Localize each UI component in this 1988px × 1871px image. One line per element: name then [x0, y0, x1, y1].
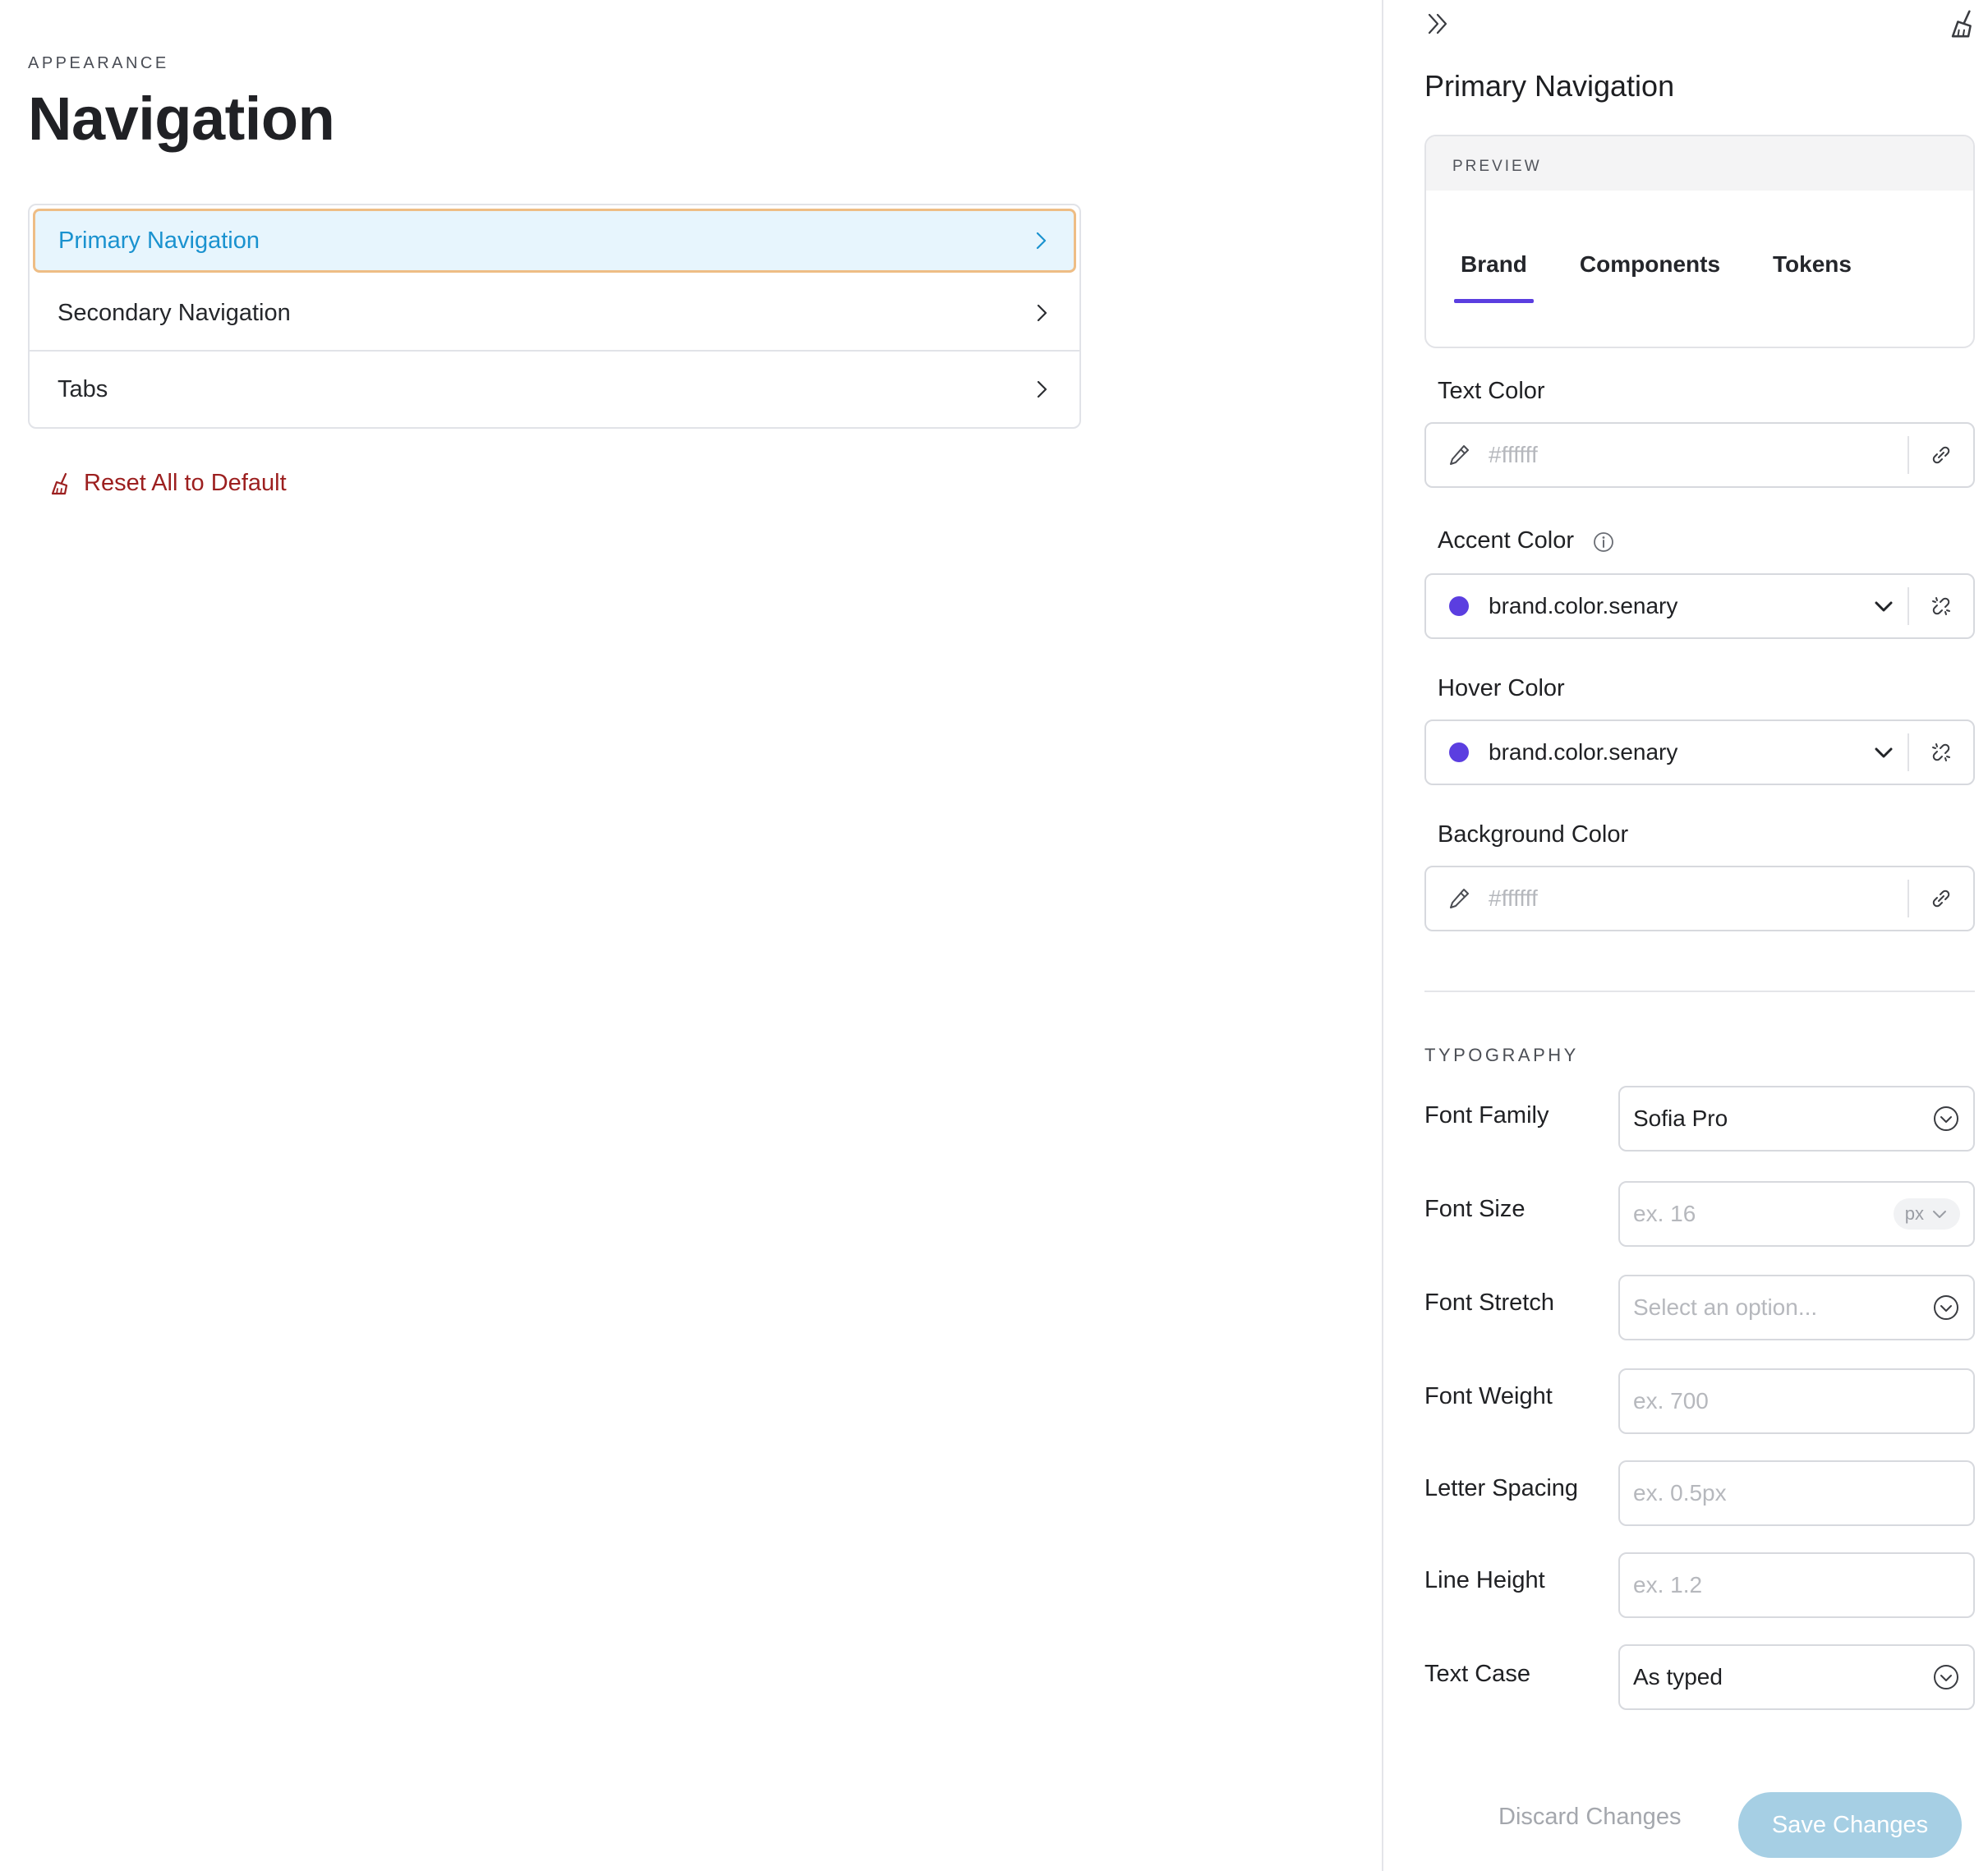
- section-divider: [1424, 991, 1975, 992]
- broom-icon: [51, 472, 68, 494]
- nav-item-label: Tabs: [58, 375, 108, 402]
- link-token-button[interactable]: [1909, 885, 1973, 913]
- reset-all-button[interactable]: Reset All to Default: [49, 470, 287, 497]
- hover-color-select[interactable]: brand.color.senary: [1424, 719, 1975, 785]
- accent-color-label: Accent Color: [1438, 527, 1575, 554]
- eyedropper-icon[interactable]: [1445, 885, 1473, 913]
- accent-color-select[interactable]: brand.color.senary: [1424, 573, 1975, 639]
- chevron-down-circle-icon: [1934, 1106, 1958, 1131]
- reset-all-label: Reset All to Default: [84, 470, 287, 496]
- font-size-input[interactable]: ex. 16 px: [1618, 1181, 1975, 1247]
- text-color-label: Text Color: [1438, 378, 1545, 404]
- font-stretch-label: Font Stretch: [1424, 1289, 1554, 1316]
- link-token-button[interactable]: [1909, 441, 1973, 469]
- font-family-select[interactable]: Sofia Pro: [1618, 1086, 1975, 1152]
- link-icon: [1932, 890, 1950, 908]
- chevron-right-icon: [1037, 304, 1047, 322]
- main-content: APPEARANCE Navigation Primary Navigation…: [0, 0, 1382, 1871]
- chevron-down-icon[interactable]: [1871, 594, 1896, 618]
- line-height-input[interactable]: ex. 1.2: [1618, 1552, 1975, 1618]
- color-swatch: [1449, 742, 1469, 762]
- discard-changes-button[interactable]: Discard Changes: [1498, 1804, 1681, 1831]
- accent-color-value: brand.color.senary: [1489, 593, 1678, 618]
- navigation-list: Primary Navigation Secondary Navigation …: [28, 204, 1081, 429]
- text-case-label: Text Case: [1424, 1661, 1530, 1687]
- save-changes-button[interactable]: Save Changes: [1738, 1792, 1962, 1858]
- letter-spacing-input[interactable]: ex. 0.5px: [1618, 1460, 1975, 1526]
- font-stretch-placeholder: Select an option...: [1633, 1294, 1818, 1320]
- text-case-select[interactable]: As typed: [1618, 1644, 1975, 1710]
- font-weight-label: Font Weight: [1424, 1383, 1553, 1409]
- letter-spacing-label: Letter Spacing: [1424, 1475, 1579, 1501]
- line-height-placeholder: ex. 1.2: [1633, 1572, 1703, 1597]
- text-color-field[interactable]: #ffffff: [1424, 422, 1975, 488]
- font-family-label: Font Family: [1424, 1102, 1549, 1129]
- chevron-right-icon: [1036, 232, 1047, 250]
- link-icon: [1932, 446, 1950, 464]
- unlink-token-button[interactable]: [1909, 738, 1973, 766]
- tab-tokens[interactable]: Tokens: [1773, 251, 1852, 278]
- font-family-value: Sofia Pro: [1633, 1106, 1728, 1131]
- background-color-label: Background Color: [1438, 821, 1629, 848]
- unlink-icon: [1932, 743, 1950, 761]
- text-case-value: As typed: [1633, 1664, 1723, 1689]
- font-stretch-select[interactable]: Select an option...: [1618, 1275, 1975, 1340]
- letter-spacing-placeholder: ex. 0.5px: [1633, 1480, 1727, 1506]
- font-weight-placeholder: ex. 700: [1633, 1388, 1709, 1414]
- nav-item-primary-navigation[interactable]: Primary Navigation: [33, 209, 1076, 273]
- broom-icon[interactable]: [1949, 8, 1980, 39]
- text-color-input[interactable]: #ffffff: [1482, 442, 1907, 468]
- preview-heading: PREVIEW: [1426, 136, 1973, 191]
- tab-brand[interactable]: Brand: [1454, 251, 1534, 303]
- section-eyebrow: APPEARANCE: [28, 54, 169, 72]
- hover-color-value: brand.color.senary: [1489, 739, 1678, 765]
- color-swatch: [1449, 596, 1469, 616]
- line-height-label: Line Height: [1424, 1567, 1545, 1593]
- preview-card: PREVIEW Brand Components Tokens: [1424, 135, 1975, 348]
- font-weight-input[interactable]: ex. 700: [1618, 1368, 1975, 1434]
- nav-item-label: Secondary Navigation: [58, 299, 291, 326]
- side-panel: Primary Navigation PREVIEW Brand Compone…: [1382, 0, 1988, 1871]
- unit-value: px: [1904, 1203, 1924, 1224]
- chevron-down-icon[interactable]: [1871, 740, 1896, 765]
- unit-select[interactable]: px: [1893, 1198, 1960, 1230]
- chevron-down-circle-icon: [1934, 1295, 1958, 1320]
- preview-tabs: Brand Components Tokens: [1454, 251, 1852, 303]
- hover-color-label: Hover Color: [1438, 675, 1565, 701]
- unlink-icon: [1932, 597, 1950, 615]
- tab-components[interactable]: Components: [1580, 251, 1720, 278]
- panel-title: Primary Navigation: [1424, 69, 1675, 103]
- background-color-field[interactable]: #ffffff: [1424, 866, 1975, 931]
- typography-heading: TYPOGRAPHY: [1424, 1045, 1579, 1065]
- info-icon[interactable]: [1592, 531, 1615, 554]
- eyedropper-icon[interactable]: [1445, 441, 1473, 469]
- page-title: Navigation: [28, 85, 335, 153]
- font-size-label: Font Size: [1424, 1196, 1526, 1222]
- unlink-token-button[interactable]: [1909, 592, 1973, 620]
- chevron-right-icon: [1037, 380, 1047, 398]
- chevron-down-icon: [1933, 1211, 1946, 1218]
- background-color-input[interactable]: #ffffff: [1482, 885, 1907, 912]
- double-chevron-right-icon[interactable]: [1424, 10, 1452, 38]
- chevron-down-circle-icon: [1934, 1665, 1958, 1689]
- nav-item-label: Primary Navigation: [58, 227, 260, 254]
- font-size-placeholder: ex. 16: [1633, 1201, 1696, 1226]
- nav-item-secondary-navigation[interactable]: Secondary Navigation: [30, 276, 1079, 352]
- nav-item-tabs[interactable]: Tabs: [30, 352, 1079, 427]
